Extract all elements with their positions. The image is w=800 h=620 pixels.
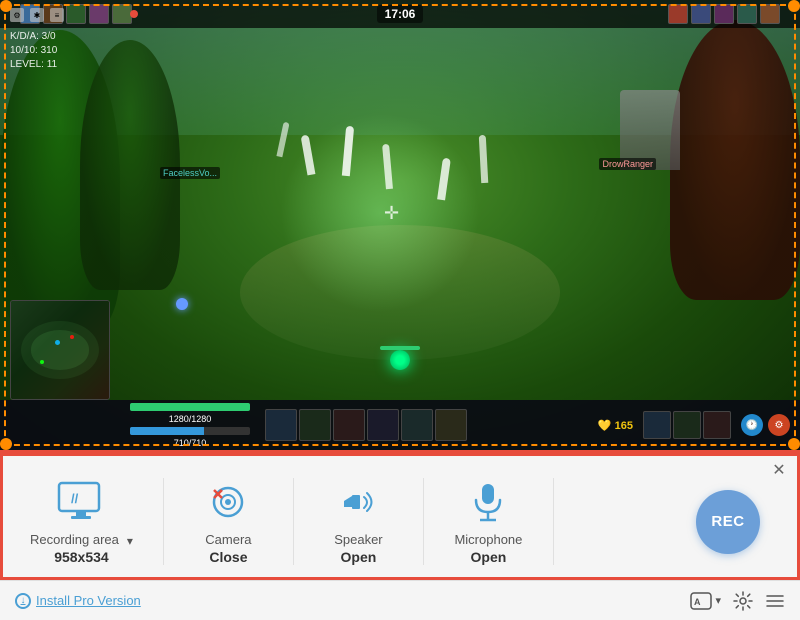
- speaker-status: Open: [341, 549, 377, 565]
- recording-area-icon[interactable]: //: [57, 478, 105, 526]
- svg-text://: //: [71, 491, 79, 506]
- speaker-svg: [334, 482, 382, 522]
- microphone-control: Microphone Open: [424, 478, 554, 565]
- close-button[interactable]: ✕: [770, 461, 788, 479]
- install-icon: ↓: [15, 593, 31, 609]
- game-screenshot: FacelessVo... DrowRanger 17:06: [0, 0, 800, 450]
- microphone-icon[interactable]: [464, 478, 512, 526]
- controls-row: // Recording area ▾ 958x534: [0, 453, 800, 580]
- game-timer: 17:06: [377, 5, 424, 23]
- gold-display: 💛 165: [598, 419, 633, 432]
- monitor-icon: //: [57, 481, 105, 523]
- corner-handle-tr[interactable]: [788, 0, 800, 12]
- recording-area-label: Recording area: [30, 532, 119, 547]
- recording-area-value: 958x534: [54, 549, 109, 565]
- rec-button-container: REC: [696, 490, 760, 554]
- rec-button[interactable]: REC: [696, 490, 760, 554]
- settings-icon: [733, 591, 753, 611]
- camera-icon[interactable]: [204, 478, 252, 526]
- settings-button[interactable]: [733, 591, 753, 611]
- rec-button-label: REC: [711, 513, 744, 530]
- control-panel: ✕ // Recording area ▾ 958x534: [0, 450, 800, 620]
- corner-handle-bl[interactable]: [0, 438, 12, 450]
- menu-icon: [765, 593, 785, 609]
- install-pro-link[interactable]: ↓ Install Pro Version: [15, 593, 141, 609]
- player-tag-right: DrowRanger: [599, 158, 656, 170]
- crosshair: [384, 203, 404, 223]
- camera-svg: [204, 482, 252, 522]
- speaker-control: Speaker Open: [294, 478, 424, 565]
- hud-top-bar: 17:06: [0, 0, 800, 28]
- player-tag-left: FacelessVo...: [160, 167, 220, 179]
- toolbar-right-icons: A ▾: [690, 591, 785, 611]
- speaker-icon[interactable]: [334, 478, 382, 526]
- minimap: [10, 300, 110, 400]
- corner-handle-tl[interactable]: [0, 0, 12, 12]
- menu-button[interactable]: [765, 593, 785, 609]
- microphone-status: Open: [471, 549, 507, 565]
- camera-label: Camera: [205, 532, 251, 547]
- corner-handle-br[interactable]: [788, 438, 800, 450]
- microphone-svg: [464, 480, 512, 524]
- recording-area-dropdown[interactable]: ▾: [127, 534, 133, 548]
- text-badge-button[interactable]: A ▾: [690, 592, 721, 610]
- system-tray: ⚙ ✱ ≡: [10, 8, 64, 22]
- hud-bottom-bar: 1280/1280 710/710 💛 165 🕐 ⚙: [0, 400, 800, 450]
- camera-status: Close: [209, 549, 247, 565]
- recording-area-control: // Recording area ▾ 958x534: [20, 478, 164, 565]
- speaker-label: Speaker: [334, 532, 382, 547]
- text-badge-icon: A: [690, 592, 712, 610]
- recording-area-label-row: Recording area ▾: [30, 532, 133, 549]
- svg-text:A: A: [694, 597, 701, 607]
- microphone-label: Microphone: [454, 532, 522, 547]
- camera-control: Camera Close: [164, 478, 294, 565]
- hud-stats: K/D/A: 3/0 10/10: 310 LEVEL: 11: [10, 30, 57, 72]
- install-pro-label: Install Pro Version: [36, 593, 141, 608]
- bottom-toolbar: ↓ Install Pro Version A ▾: [0, 580, 800, 620]
